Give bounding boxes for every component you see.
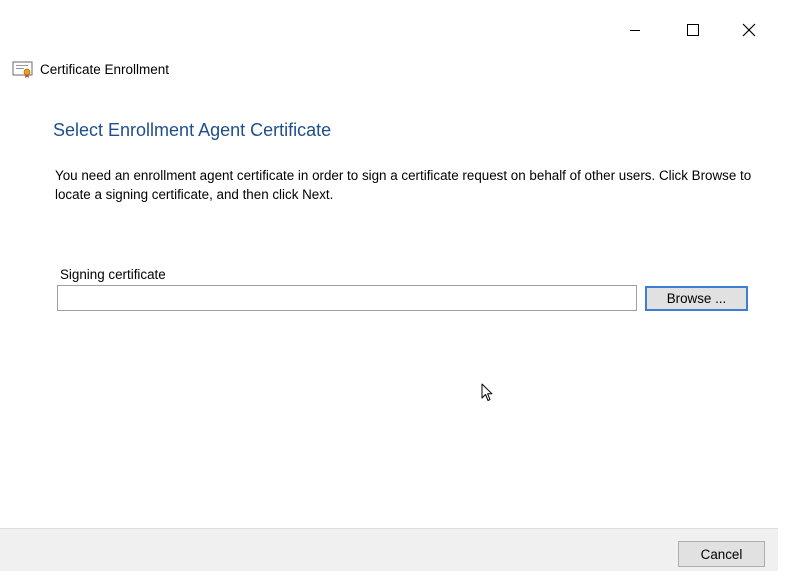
signing-certificate-field[interactable] [57,285,637,311]
minimize-icon [630,30,640,31]
wizard-footer [0,528,778,571]
certificate-enrollment-window: Certificate Enrollment Select Enrollment… [0,0,799,571]
certificate-icon [12,61,33,78]
mouse-cursor-icon [481,383,493,401]
page-description: You need an enrollment agent certificate… [55,168,752,202]
signing-certificate-label: Signing certificate [60,267,166,282]
wizard-header: Certificate Enrollment [12,60,169,78]
close-icon [742,23,756,37]
cancel-button[interactable]: Cancel [678,541,765,567]
wizard-title: Certificate Enrollment [40,61,170,77]
maximize-button[interactable] [673,12,713,48]
minimize-button[interactable] [615,12,655,48]
page-title: Select Enrollment Agent Certificate [53,120,332,140]
browse-button[interactable]: Browse ... [645,286,748,311]
maximize-icon [687,24,699,36]
close-button[interactable] [729,12,769,48]
